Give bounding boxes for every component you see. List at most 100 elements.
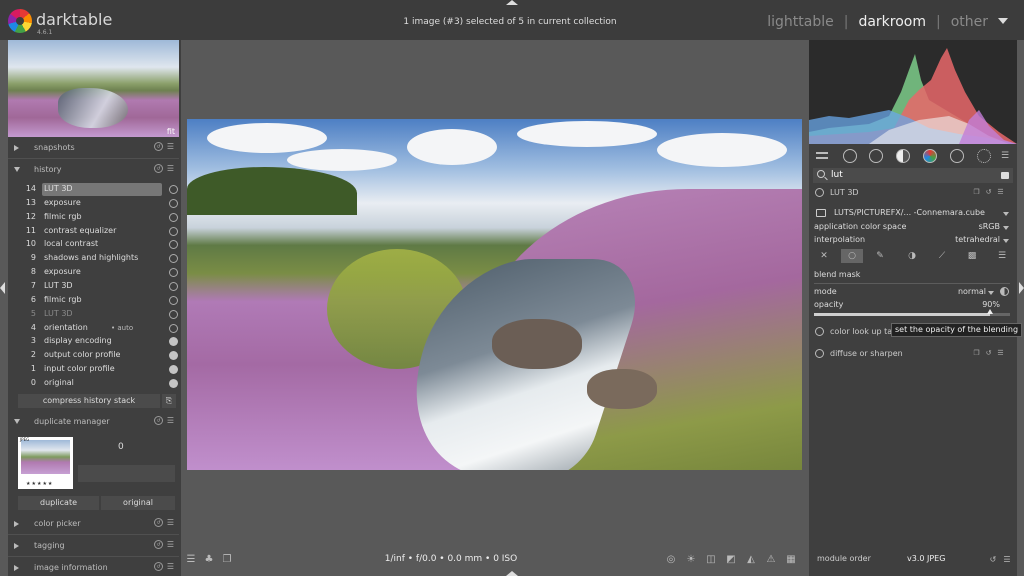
duplicate-thumbnail[interactable]: JPEG ★★★★★ bbox=[18, 437, 73, 489]
guides-icon[interactable]: ▦ bbox=[785, 554, 797, 566]
module-order-value[interactable]: v3.0 JPEG bbox=[907, 554, 945, 563]
history-item[interactable]: 3 display encoding bbox=[18, 335, 180, 349]
thumbnail-rating[interactable]: ★★★★★ bbox=[26, 481, 53, 487]
blend-raster-mask-icon[interactable]: ▩ bbox=[961, 249, 983, 263]
image-information-header[interactable]: image information ↺ ☰ bbox=[8, 559, 179, 576]
base-group-icon[interactable] bbox=[869, 149, 883, 163]
presets-icon[interactable]: ☰ bbox=[166, 164, 175, 173]
presets-icon[interactable]: ☰ bbox=[166, 562, 175, 571]
history-item[interactable]: 10 local contrast bbox=[18, 238, 180, 252]
presets-icon[interactable]: ☰ bbox=[996, 188, 1005, 197]
duplicate-button[interactable]: duplicate bbox=[18, 496, 99, 510]
blend-mode-select[interactable]: mode normal bbox=[814, 286, 1010, 299]
folder-icon[interactable] bbox=[816, 209, 826, 217]
module-search-input[interactable]: lut bbox=[813, 168, 1013, 183]
opacity-slider-handle[interactable] bbox=[987, 309, 994, 314]
collapse-right-arrow-icon[interactable] bbox=[1019, 282, 1024, 294]
effect-group-icon[interactable] bbox=[977, 149, 991, 163]
presets-icon[interactable]: ☰ bbox=[1001, 149, 1015, 163]
original-button[interactable]: original bbox=[101, 496, 175, 510]
history-header[interactable]: history ↺ ☰ bbox=[8, 161, 179, 179]
interpolation-select[interactable]: interpolation tetrahedral bbox=[814, 234, 1010, 247]
lut-file-dropdown[interactable] bbox=[1000, 207, 1010, 220]
application-color-space-select[interactable]: application color space sRGB bbox=[814, 221, 1010, 234]
bulb-icon[interactable]: ☀ bbox=[685, 554, 697, 566]
styles-icon[interactable]: ♣ bbox=[203, 554, 215, 566]
navigation-zoom-label[interactable]: fit bbox=[167, 127, 175, 136]
lut3d-module-header[interactable]: LUT 3D ❐ ↺ ☰ bbox=[809, 184, 1017, 202]
history-item[interactable]: 8 exposure bbox=[18, 266, 180, 280]
truncate-history-icon[interactable]: ⎘ bbox=[162, 394, 176, 408]
reset-icon[interactable]: ↺ bbox=[154, 164, 163, 173]
reset-icon[interactable]: ↺ bbox=[154, 562, 163, 571]
color-group-icon[interactable] bbox=[923, 149, 937, 163]
color-picker-header[interactable]: color picker ↺ ☰ bbox=[8, 515, 179, 533]
power-icon[interactable] bbox=[815, 188, 824, 197]
view-darkroom[interactable]: darkroom bbox=[858, 14, 926, 30]
presets-icon[interactable]: ☰ bbox=[166, 518, 175, 527]
duplicate-manager-header[interactable]: duplicate manager ↺ ☰ bbox=[8, 413, 179, 431]
presets-icon[interactable]: ☰ bbox=[166, 540, 175, 549]
history-item[interactable]: 12 filmic rgb bbox=[18, 211, 180, 225]
history-item[interactable]: 6 filmic rgb bbox=[18, 294, 180, 308]
lut-file-selector[interactable]: LUTS/PICTUREFX/... -Connemara.cube bbox=[814, 207, 1010, 220]
reset-icon[interactable]: ↺ bbox=[154, 142, 163, 151]
reset-icon[interactable]: ↺ bbox=[154, 518, 163, 527]
presets-icon[interactable]: ☰ bbox=[1001, 554, 1013, 566]
presets-icon[interactable]: ☰ bbox=[166, 416, 175, 425]
diffuse-or-sharpen-header[interactable]: diffuse or sharpen ❐ ↺ ☰ bbox=[809, 345, 1017, 363]
clipping-icon[interactable]: ◫ bbox=[705, 554, 717, 566]
power-icon[interactable] bbox=[815, 349, 824, 358]
tone-group-icon[interactable] bbox=[896, 149, 910, 163]
history-item[interactable]: 7 LUT 3D bbox=[18, 280, 180, 294]
focus-peaking-icon[interactable]: ◎ bbox=[665, 554, 677, 566]
power-icon[interactable] bbox=[815, 327, 824, 336]
color-assessment-icon[interactable]: ⚠ bbox=[765, 554, 777, 566]
history-item[interactable]: 13 exposure bbox=[18, 197, 180, 211]
history-item[interactable]: 4 orientation • auto bbox=[18, 322, 180, 336]
history-item[interactable]: 5 LUT 3D bbox=[18, 308, 180, 322]
opacity-slider[interactable] bbox=[814, 309, 1010, 316]
center-image[interactable] bbox=[187, 119, 802, 470]
history-item[interactable]: 14 LUT 3D bbox=[18, 183, 180, 197]
history-item[interactable]: 11 contrast equalizer bbox=[18, 225, 180, 239]
menu-icon[interactable]: ☰ bbox=[185, 554, 197, 566]
duplicate-name-field[interactable] bbox=[78, 465, 175, 482]
blend-uniform-icon[interactable]: ○ bbox=[841, 249, 863, 263]
reset-icon[interactable]: ↺ bbox=[984, 349, 993, 358]
reset-icon[interactable]: ↺ bbox=[154, 416, 163, 425]
blend-drawn-mask-icon[interactable]: ✎ bbox=[869, 249, 891, 263]
collapse-top-arrow-icon[interactable] bbox=[506, 0, 518, 5]
reset-icon[interactable]: ↺ bbox=[984, 188, 993, 197]
blend-drawn-parametric-icon[interactable]: ⟋ bbox=[931, 249, 953, 263]
correct-group-icon[interactable] bbox=[950, 149, 964, 163]
quick-access-icon[interactable] bbox=[816, 149, 830, 163]
navigation-preview[interactable]: fit bbox=[8, 40, 179, 137]
view-lighttable[interactable]: lighttable bbox=[767, 14, 834, 30]
active-modules-icon[interactable] bbox=[843, 149, 857, 163]
instances-icon[interactable]: ❐ bbox=[972, 188, 981, 197]
views-dropdown-icon[interactable] bbox=[998, 18, 1008, 24]
view-other[interactable]: other bbox=[951, 14, 988, 30]
blend-parametric-mask-icon[interactable]: ◑ bbox=[901, 249, 923, 263]
history-item[interactable]: 0 original bbox=[18, 377, 180, 391]
instances-icon[interactable]: ❐ bbox=[972, 349, 981, 358]
tagging-header[interactable]: tagging ↺ ☰ bbox=[8, 537, 179, 555]
reset-icon[interactable]: ↺ bbox=[154, 540, 163, 549]
history-item[interactable]: 1 input color profile bbox=[18, 363, 180, 377]
gamut-check-icon[interactable]: ◭ bbox=[745, 554, 757, 566]
history-item[interactable]: 9 shadows and highlights bbox=[18, 252, 180, 266]
presets-icon[interactable]: ☰ bbox=[166, 142, 175, 151]
second-window-icon[interactable]: ❐ bbox=[221, 554, 233, 566]
history-item[interactable]: 2 output color profile bbox=[18, 349, 180, 363]
presets-icon[interactable]: ☰ bbox=[991, 249, 1013, 263]
snapshots-header[interactable]: snapshots ↺ ☰ bbox=[8, 139, 179, 157]
collapse-bottom-arrow-icon[interactable] bbox=[506, 571, 518, 576]
blend-invert-icon[interactable] bbox=[1000, 287, 1009, 296]
collapse-left-arrow-icon[interactable] bbox=[0, 282, 5, 294]
blend-off-icon[interactable]: ✕ bbox=[813, 249, 835, 263]
histogram[interactable] bbox=[809, 40, 1017, 144]
softproof-icon[interactable]: ◩ bbox=[725, 554, 737, 566]
presets-icon[interactable]: ☰ bbox=[996, 349, 1005, 358]
clear-search-icon[interactable] bbox=[1001, 172, 1009, 179]
